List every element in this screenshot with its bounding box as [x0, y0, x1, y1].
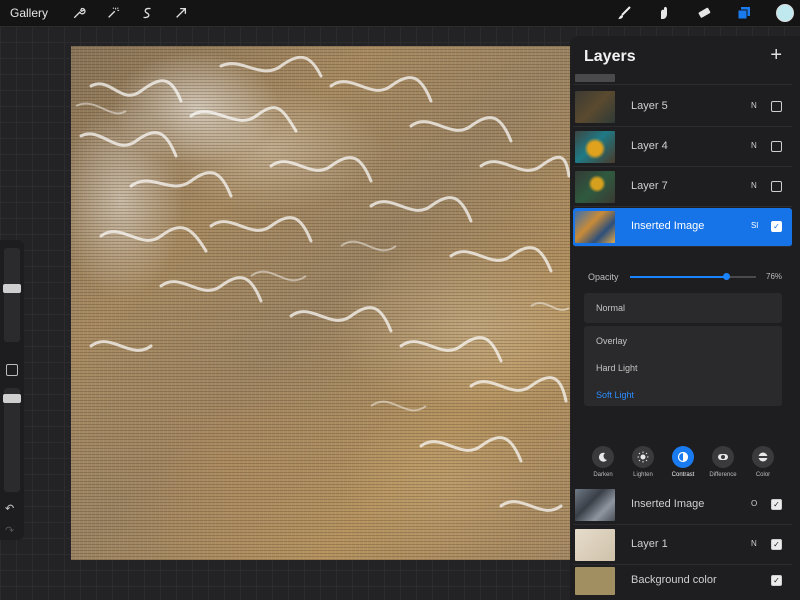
layer-name: Layer 5	[631, 100, 668, 112]
category-lighten[interactable]: Lighten	[624, 446, 662, 478]
brush-size-slider[interactable]	[4, 248, 20, 342]
layer-visibility-checkbox[interactable]	[771, 101, 782, 112]
transform-arrow-icon[interactable]	[174, 6, 188, 20]
layer-thumbnail	[575, 171, 615, 203]
toolbar-right-group	[604, 0, 800, 26]
layer-visibility-checkbox[interactable]	[771, 141, 782, 152]
layer-thumbnail	[575, 211, 615, 243]
category-difference[interactable]: Difference	[704, 446, 742, 478]
selection-icon[interactable]	[140, 6, 154, 20]
layer-name: Layer 7	[631, 180, 668, 192]
layer-blend-mode[interactable]: N	[751, 101, 757, 110]
redo-button[interactable]: ↷	[5, 524, 14, 537]
layer-row[interactable]: Layer 4 N	[573, 128, 792, 167]
layer-blend-mode[interactable]: N	[751, 181, 757, 190]
category-label: Color	[755, 472, 771, 478]
brush-icon[interactable]	[616, 5, 632, 21]
layer-row[interactable]: Inserted Image O ✓	[573, 486, 792, 525]
layer-blend-mode[interactable]: Sl	[751, 221, 758, 230]
category-color[interactable]: Color	[744, 446, 782, 478]
opacity-label: Opacity	[588, 272, 619, 282]
opacity-slider-knob[interactable]	[722, 273, 730, 280]
layer-row-selected[interactable]: Inserted Image Sl ✓	[573, 208, 792, 247]
contrast-icon	[672, 446, 694, 468]
layer-row[interactable]: Layer 1 N ✓	[573, 526, 792, 565]
opacity-slider[interactable]	[630, 273, 756, 280]
layer-thumbnail	[575, 489, 615, 521]
layer-visibility-checkbox[interactable]	[771, 181, 782, 192]
sun-icon	[632, 446, 654, 468]
smudge-icon[interactable]	[656, 5, 672, 21]
blend-mode-hard-light[interactable]: Hard Light	[596, 363, 638, 373]
eraser-icon[interactable]	[696, 5, 712, 21]
blend-mode-current[interactable]: Normal	[584, 293, 782, 323]
layer-thumbnail	[575, 131, 615, 163]
layer-visibility-checkbox[interactable]: ✓	[771, 539, 782, 550]
layer-name: Layer 4	[631, 140, 668, 152]
opacity-value: 76%	[766, 272, 783, 281]
blend-categories: Darken Lighten Contrast Difference Color	[584, 446, 784, 486]
brush-opacity-thumb[interactable]	[3, 394, 21, 403]
layer-visibility-checkbox[interactable]: ✓	[771, 499, 782, 510]
modify-button[interactable]	[6, 364, 18, 376]
brush-opacity-slider[interactable]	[4, 388, 20, 492]
layer-row-partial[interactable]	[573, 74, 792, 85]
category-darken[interactable]: Darken	[584, 446, 622, 478]
add-layer-button[interactable]: +	[770, 44, 782, 67]
blend-mode-current-label: Normal	[596, 303, 626, 313]
panel-title: Layers	[584, 48, 636, 65]
drawing-canvas[interactable]	[71, 46, 571, 560]
category-label: Difference	[709, 472, 737, 478]
undo-button[interactable]: ↶	[5, 502, 14, 515]
layer-thumbnail	[575, 529, 615, 561]
brush-size-thumb[interactable]	[3, 284, 21, 293]
layer-thumbnail	[575, 567, 615, 595]
layer-row[interactable]: Layer 7 N	[573, 168, 792, 207]
layer-visibility-checkbox[interactable]: ✓	[771, 221, 782, 232]
layer-blend-mode[interactable]: N	[751, 539, 757, 548]
layer-name: Inserted Image	[631, 220, 705, 232]
magic-wand-icon[interactable]	[106, 6, 120, 20]
opacity-slider-fill	[630, 276, 726, 278]
moon-icon	[592, 446, 614, 468]
canvas-strokes	[75, 55, 571, 512]
gallery-button[interactable]: Gallery	[10, 6, 48, 20]
top-toolbar: Gallery	[0, 0, 800, 26]
layer-name: Layer 1	[631, 538, 668, 550]
layers-panel: Layers + Layer 5 N Layer 4 N Layer 7 N I…	[570, 36, 800, 600]
category-label: Darken	[593, 472, 613, 478]
category-contrast[interactable]: Contrast	[664, 446, 702, 478]
layer-thumbnail	[575, 74, 615, 82]
blend-mode-soft-light[interactable]: Soft Light	[596, 390, 634, 400]
layer-blend-mode[interactable]: N	[751, 141, 757, 150]
layer-row-background[interactable]: Background color ✓	[573, 564, 792, 598]
layer-row[interactable]: Layer 5 N	[573, 88, 792, 127]
left-sidebar: ↶ ↷	[0, 240, 24, 540]
blend-mode-list: Overlay Hard Light Soft Light	[584, 326, 782, 406]
layer-blend-mode[interactable]: O	[751, 499, 757, 508]
color-icon	[752, 446, 774, 468]
color-picker-swatch[interactable]	[776, 4, 794, 22]
layers-icon[interactable]	[736, 5, 752, 21]
blend-mode-overlay[interactable]: Overlay	[596, 336, 627, 346]
wrench-icon[interactable]	[72, 6, 86, 20]
difference-icon	[712, 446, 734, 468]
layer-name: Background color	[631, 574, 717, 586]
layer-visibility-checkbox[interactable]: ✓	[771, 575, 782, 586]
layer-name: Inserted Image	[631, 498, 705, 510]
layer-thumbnail	[575, 91, 615, 123]
category-label: Lighten	[633, 472, 653, 478]
category-label: Contrast	[671, 472, 695, 478]
